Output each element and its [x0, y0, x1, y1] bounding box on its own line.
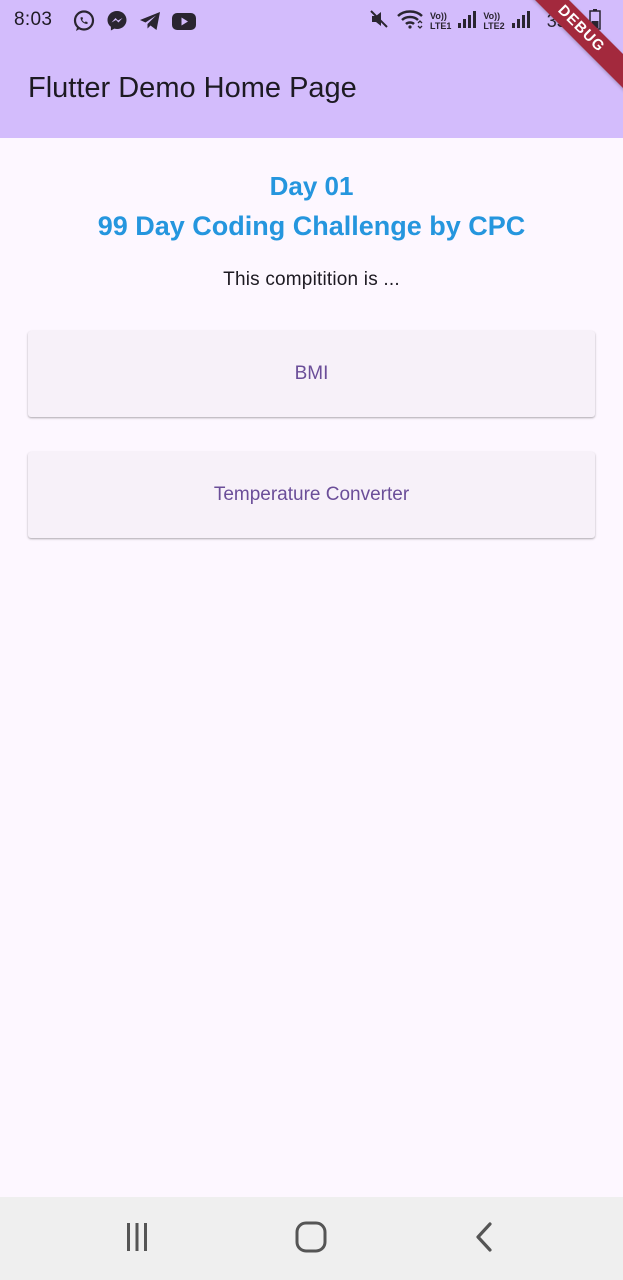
- mute-icon: [368, 8, 390, 35]
- recent-apps-icon: [120, 1220, 154, 1259]
- whatsapp-icon: [72, 9, 96, 33]
- back-icon: [468, 1220, 502, 1259]
- telegram-icon: [138, 9, 162, 33]
- system-navigation-bar: [0, 1197, 623, 1280]
- youtube-icon: [171, 9, 197, 33]
- app-bar: 8:03 Vo)) LTE1 Vo)) LTE2 DEBUG Flutter D…: [0, 0, 623, 138]
- messenger-icon: [105, 9, 129, 33]
- status-bar: 8:03 Vo)) LTE1 Vo)) LTE2: [0, 0, 623, 42]
- home-icon: [294, 1220, 328, 1259]
- status-time: 8:03: [14, 9, 53, 30]
- bmi-button-label: BMI: [294, 363, 329, 384]
- back-button[interactable]: [463, 1217, 507, 1261]
- lte1-label: Vo)) LTE1: [430, 11, 452, 31]
- notification-icons: [72, 9, 197, 33]
- signal1-icon: [457, 9, 477, 34]
- page-title: Flutter Demo Home Page: [28, 72, 357, 104]
- bmi-button[interactable]: BMI: [28, 331, 595, 417]
- wifi-icon: [396, 8, 424, 35]
- day-heading: Day 01: [269, 171, 354, 201]
- description-text: This compitition is ...: [223, 269, 400, 290]
- lte2-label: Vo)) LTE2: [483, 11, 505, 31]
- challenge-heading: 99 Day Coding Challenge by CPC: [97, 211, 526, 241]
- signal2-icon: [511, 9, 531, 34]
- temperature-converter-button[interactable]: Temperature Converter: [28, 452, 595, 538]
- recent-apps-button[interactable]: [115, 1217, 159, 1261]
- home-button[interactable]: [289, 1217, 333, 1261]
- temperature-converter-button-label: Temperature Converter: [213, 484, 410, 505]
